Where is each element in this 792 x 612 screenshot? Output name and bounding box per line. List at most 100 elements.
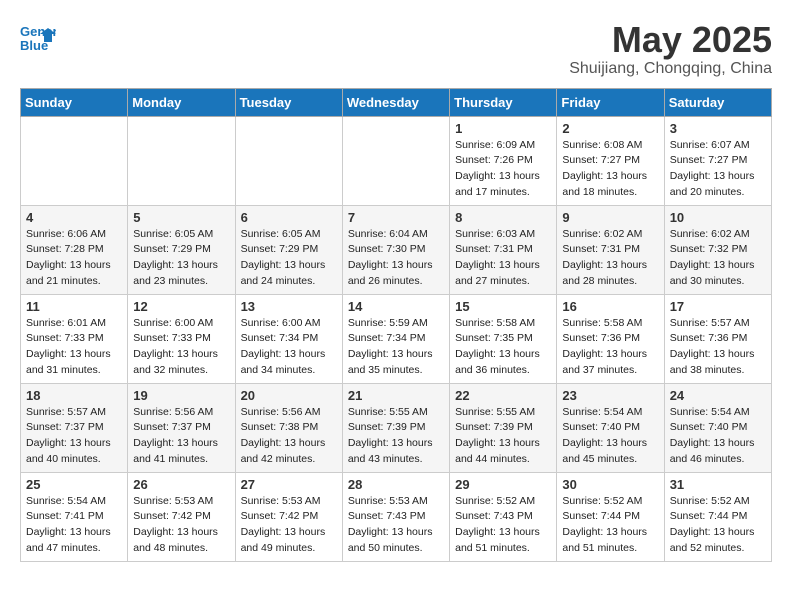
day-number: 26	[133, 477, 229, 492]
day-number: 31	[670, 477, 766, 492]
day-cell: 20 Sunrise: 5:56 AM Sunset: 7:38 PM Dayli…	[235, 383, 342, 472]
day-info: Sunrise: 6:00 AM Sunset: 7:34 PM Dayligh…	[241, 316, 337, 379]
day-info: Sunrise: 6:07 AM Sunset: 7:27 PM Dayligh…	[670, 138, 766, 201]
day-cell: 25 Sunrise: 5:54 AM Sunset: 7:41 PM Dayli…	[21, 472, 128, 561]
day-cell: 10 Sunrise: 6:02 AM Sunset: 7:32 PM Dayli…	[664, 205, 771, 294]
day-number: 21	[348, 388, 444, 403]
day-cell: 11 Sunrise: 6:01 AM Sunset: 7:33 PM Dayli…	[21, 294, 128, 383]
svg-text:Blue: Blue	[20, 38, 48, 53]
day-number: 24	[670, 388, 766, 403]
col-header-tuesday: Tuesday	[235, 88, 342, 116]
day-info: Sunrise: 5:55 AM Sunset: 7:39 PM Dayligh…	[455, 405, 551, 468]
day-cell: 17Sunrise: 5:57 AM Sunset: 7:36 PM Dayli…	[664, 294, 771, 383]
day-number: 6	[241, 210, 337, 225]
location: Shuijiang, Chongqing, China	[569, 60, 772, 78]
day-info: Sunrise: 5:59 AM Sunset: 7:34 PM Dayligh…	[348, 316, 444, 379]
day-cell: 15 Sunrise: 5:58 AM Sunset: 7:35 PM Dayli…	[450, 294, 557, 383]
week-row-1: 1Sunrise: 6:09 AM Sunset: 7:26 PM Daylig…	[21, 116, 772, 205]
day-cell: 7 Sunrise: 6:04 AM Sunset: 7:30 PM Daylig…	[342, 205, 449, 294]
day-number: 7	[348, 210, 444, 225]
day-number: 27	[241, 477, 337, 492]
header-row: SundayMondayTuesdayWednesdayThursdayFrid…	[21, 88, 772, 116]
logo-icon: General Blue	[20, 20, 56, 56]
day-info: Sunrise: 6:05 AM Sunset: 7:29 PM Dayligh…	[133, 227, 229, 290]
day-info: Sunrise: 5:58 AM Sunset: 7:35 PM Dayligh…	[455, 316, 551, 379]
day-info: Sunrise: 6:00 AM Sunset: 7:33 PM Dayligh…	[133, 316, 229, 379]
day-info: Sunrise: 5:54 AM Sunset: 7:40 PM Dayligh…	[670, 405, 766, 468]
day-info: Sunrise: 5:56 AM Sunset: 7:37 PM Dayligh…	[133, 405, 229, 468]
day-info: Sunrise: 5:55 AM Sunset: 7:39 PM Dayligh…	[348, 405, 444, 468]
day-cell: 22Sunrise: 5:55 AM Sunset: 7:39 PM Dayli…	[450, 383, 557, 472]
day-cell: 3 Sunrise: 6:07 AM Sunset: 7:27 PM Daylig…	[664, 116, 771, 205]
day-info: Sunrise: 5:53 AM Sunset: 7:43 PM Dayligh…	[348, 494, 444, 557]
day-cell: 31 Sunrise: 5:52 AM Sunset: 7:44 PM Dayli…	[664, 472, 771, 561]
week-row-5: 25 Sunrise: 5:54 AM Sunset: 7:41 PM Dayli…	[21, 472, 772, 561]
col-header-sunday: Sunday	[21, 88, 128, 116]
day-number: 19	[133, 388, 229, 403]
day-cell: 12 Sunrise: 6:00 AM Sunset: 7:33 PM Dayli…	[128, 294, 235, 383]
month-title: May 2025	[569, 20, 772, 60]
day-cell: 1Sunrise: 6:09 AM Sunset: 7:26 PM Daylig…	[450, 116, 557, 205]
day-cell: 28Sunrise: 5:53 AM Sunset: 7:43 PM Dayli…	[342, 472, 449, 561]
day-number: 17	[670, 299, 766, 314]
day-number: 29	[455, 477, 551, 492]
day-number: 23	[562, 388, 658, 403]
day-info: Sunrise: 6:06 AM Sunset: 7:28 PM Dayligh…	[26, 227, 122, 290]
day-number: 10	[670, 210, 766, 225]
week-row-2: 4 Sunrise: 6:06 AM Sunset: 7:28 PM Daylig…	[21, 205, 772, 294]
day-cell: 23 Sunrise: 5:54 AM Sunset: 7:40 PM Dayli…	[557, 383, 664, 472]
day-number: 30	[562, 477, 658, 492]
day-info: Sunrise: 5:54 AM Sunset: 7:41 PM Dayligh…	[26, 494, 122, 557]
day-number: 11	[26, 299, 122, 314]
day-cell: 6Sunrise: 6:05 AM Sunset: 7:29 PM Daylig…	[235, 205, 342, 294]
day-number: 3	[670, 121, 766, 136]
page-header: General Blue May 2025 Shuijiang, Chongqi…	[20, 20, 772, 78]
calendar-table: SundayMondayTuesdayWednesdayThursdayFrid…	[20, 88, 772, 562]
day-cell: 26 Sunrise: 5:53 AM Sunset: 7:42 PM Dayli…	[128, 472, 235, 561]
day-cell: 21 Sunrise: 5:55 AM Sunset: 7:39 PM Dayli…	[342, 383, 449, 472]
day-number: 13	[241, 299, 337, 314]
day-info: Sunrise: 6:01 AM Sunset: 7:33 PM Dayligh…	[26, 316, 122, 379]
col-header-thursday: Thursday	[450, 88, 557, 116]
day-number: 12	[133, 299, 229, 314]
day-number: 20	[241, 388, 337, 403]
day-cell: 13 Sunrise: 6:00 AM Sunset: 7:34 PM Dayli…	[235, 294, 342, 383]
day-info: Sunrise: 6:02 AM Sunset: 7:31 PM Dayligh…	[562, 227, 658, 290]
day-info: Sunrise: 5:52 AM Sunset: 7:44 PM Dayligh…	[670, 494, 766, 557]
day-cell: 30Sunrise: 5:52 AM Sunset: 7:44 PM Dayli…	[557, 472, 664, 561]
day-info: Sunrise: 6:02 AM Sunset: 7:32 PM Dayligh…	[670, 227, 766, 290]
day-info: Sunrise: 5:57 AM Sunset: 7:37 PM Dayligh…	[26, 405, 122, 468]
col-header-friday: Friday	[557, 88, 664, 116]
day-info: Sunrise: 5:56 AM Sunset: 7:38 PM Dayligh…	[241, 405, 337, 468]
day-number: 8	[455, 210, 551, 225]
logo: General Blue	[20, 20, 56, 56]
day-cell	[235, 116, 342, 205]
day-number: 5	[133, 210, 229, 225]
day-info: Sunrise: 5:52 AM Sunset: 7:43 PM Dayligh…	[455, 494, 551, 557]
day-number: 18	[26, 388, 122, 403]
title-area: May 2025 Shuijiang, Chongqing, China	[569, 20, 772, 78]
day-info: Sunrise: 5:53 AM Sunset: 7:42 PM Dayligh…	[133, 494, 229, 557]
day-number: 9	[562, 210, 658, 225]
week-row-3: 11 Sunrise: 6:01 AM Sunset: 7:33 PM Dayli…	[21, 294, 772, 383]
day-number: 4	[26, 210, 122, 225]
day-cell	[128, 116, 235, 205]
day-number: 2	[562, 121, 658, 136]
day-info: Sunrise: 5:53 AM Sunset: 7:42 PM Dayligh…	[241, 494, 337, 557]
day-number: 16	[562, 299, 658, 314]
day-cell	[21, 116, 128, 205]
day-info: Sunrise: 6:04 AM Sunset: 7:30 PM Dayligh…	[348, 227, 444, 290]
day-number: 14	[348, 299, 444, 314]
day-number: 25	[26, 477, 122, 492]
day-info: Sunrise: 5:54 AM Sunset: 7:40 PM Dayligh…	[562, 405, 658, 468]
day-cell: 29 Sunrise: 5:52 AM Sunset: 7:43 PM Dayli…	[450, 472, 557, 561]
week-row-4: 18 Sunrise: 5:57 AM Sunset: 7:37 PM Dayli…	[21, 383, 772, 472]
day-cell: 24 Sunrise: 5:54 AM Sunset: 7:40 PM Dayli…	[664, 383, 771, 472]
day-info: Sunrise: 6:03 AM Sunset: 7:31 PM Dayligh…	[455, 227, 551, 290]
day-cell: 8 Sunrise: 6:03 AM Sunset: 7:31 PM Daylig…	[450, 205, 557, 294]
day-number: 15	[455, 299, 551, 314]
day-cell: 19 Sunrise: 5:56 AM Sunset: 7:37 PM Dayli…	[128, 383, 235, 472]
day-info: Sunrise: 6:08 AM Sunset: 7:27 PM Dayligh…	[562, 138, 658, 201]
day-cell: 9 Sunrise: 6:02 AM Sunset: 7:31 PM Daylig…	[557, 205, 664, 294]
day-cell: 27 Sunrise: 5:53 AM Sunset: 7:42 PM Dayli…	[235, 472, 342, 561]
